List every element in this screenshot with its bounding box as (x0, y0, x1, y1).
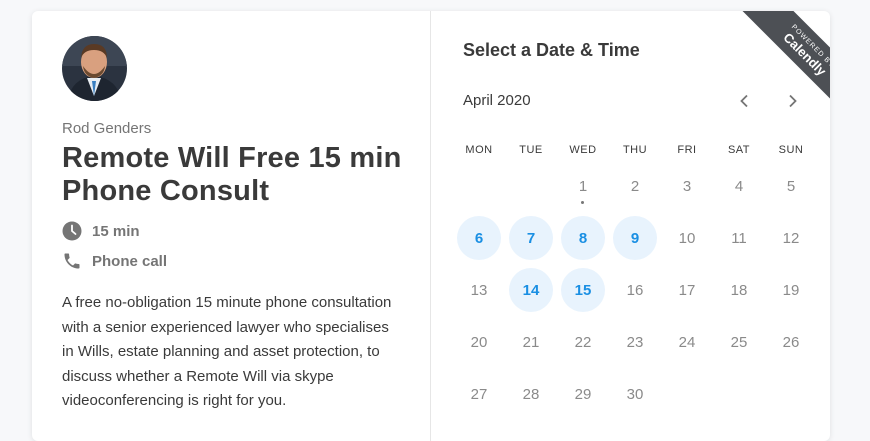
location-text: Phone call (92, 252, 168, 270)
empty-day-cell (505, 160, 557, 212)
day-number: 26 (782, 333, 800, 351)
calendar-day: 17 (661, 264, 713, 316)
weekday-label: TUE (519, 144, 543, 156)
empty-day-cell (713, 368, 765, 420)
available-day[interactable]: 8 (557, 212, 609, 264)
weekday-label: FRI (677, 144, 697, 156)
weekday-label: SUN (778, 144, 804, 156)
day-number: 9 (613, 216, 657, 260)
day-number: 22 (574, 333, 592, 351)
calendar-day: 18 (713, 264, 765, 316)
day-number: 11 (731, 229, 747, 247)
duration-text: 15 min (92, 222, 140, 240)
calendar-week-row: 13 14 15 16 17 18 19 (453, 264, 817, 316)
calendar-day: 1 (557, 160, 609, 212)
calendar-day: 23 (609, 316, 661, 368)
day-number: 10 (678, 229, 696, 247)
host-name: Rod Genders (62, 120, 152, 137)
day-number: 8 (561, 216, 605, 260)
day-number: 19 (782, 281, 800, 299)
calendar-day: 4 (713, 160, 765, 212)
calendar-day: 19 (765, 264, 817, 316)
day-number: 14 (509, 268, 553, 312)
calendar-day: 20 (453, 316, 505, 368)
day-number: 5 (786, 177, 796, 195)
weekday-label: THU (622, 144, 648, 156)
calendar-day: 11 (713, 212, 765, 264)
phone-icon (62, 251, 82, 271)
calendar-day: 29 (557, 368, 609, 420)
day-number: 28 (522, 385, 540, 403)
location-row: Phone call (62, 251, 167, 271)
day-number: 13 (470, 281, 488, 299)
scheduling-card: Rod Genders Remote Will Free 15 min Phon… (32, 11, 830, 441)
calendar-day: 16 (609, 264, 661, 316)
available-day[interactable]: 7 (505, 212, 557, 264)
calendar-day: 22 (557, 316, 609, 368)
calendar-week-row: 6 7 8 9 10 11 12 (453, 212, 817, 264)
event-title: Remote Will Free 15 min Phone Consult (62, 142, 402, 207)
calendar-day: 30 (609, 368, 661, 420)
calendar-week-row: 20 21 22 23 24 25 26 (453, 316, 817, 368)
calendar-day: 27 (453, 368, 505, 420)
empty-day-cell (661, 368, 713, 420)
day-number: 15 (561, 268, 605, 312)
event-description: A free no-obligation 15 minute phone con… (62, 294, 392, 409)
powered-by-calendly-badge[interactable]: POWERED BY Calendly (722, 11, 830, 111)
clock-icon (62, 221, 82, 241)
day-number: 12 (782, 229, 800, 247)
calendar-weeks: 1 2 3 4 5 6 7 8 9 10 11 12 13 14 15 16 17 18 19 20 21 22 23 24 2… (453, 160, 817, 420)
calendar-day: 12 (765, 212, 817, 264)
calendar-grid: MON TUE WED THU FRI SAT SUN 1 2 3 4 5 6 7 8 9 10 1… (453, 140, 817, 420)
weekday-label: SAT (727, 144, 751, 156)
calendar-day: 25 (713, 316, 765, 368)
today-indicator (581, 201, 584, 204)
day-number: 21 (522, 333, 540, 351)
day-number: 3 (682, 177, 692, 195)
month-label: April 2020 (463, 92, 531, 109)
day-number: 7 (509, 216, 553, 260)
available-day[interactable]: 15 (557, 264, 609, 316)
day-number: 4 (734, 177, 744, 195)
day-number: 18 (730, 281, 748, 299)
weekday-label: MON (465, 144, 493, 156)
calendar-day: 28 (505, 368, 557, 420)
event-details-panel: Rod Genders Remote Will Free 15 min Phon… (32, 11, 431, 441)
day-number: 17 (678, 281, 696, 299)
day-number: 25 (730, 333, 748, 351)
calendly-ribbon: POWERED BY Calendly (738, 11, 830, 111)
day-number: 29 (574, 385, 592, 403)
day-number: 20 (470, 333, 488, 351)
calendar-day: 26 (765, 316, 817, 368)
duration-row: 15 min (62, 221, 140, 241)
empty-day-cell (765, 368, 817, 420)
available-day[interactable]: 6 (453, 212, 505, 264)
calendar-week-row: 1 2 3 4 5 (453, 160, 817, 212)
calendar-day: 21 (505, 316, 557, 368)
calendar-day: 13 (453, 264, 505, 316)
day-number: 23 (626, 333, 644, 351)
day-number: 30 (626, 385, 644, 403)
calendar-day: 3 (661, 160, 713, 212)
calendar-day: 10 (661, 212, 713, 264)
calendar-day: 5 (765, 160, 817, 212)
day-number: 2 (630, 177, 640, 195)
day-number: 24 (678, 333, 696, 351)
calendar-week-row: 27 28 29 30 (453, 368, 817, 420)
day-number: 16 (626, 281, 644, 299)
available-day[interactable]: 9 (609, 212, 661, 264)
date-picker-heading: Select a Date & Time (463, 40, 640, 60)
calendar-day: 24 (661, 316, 713, 368)
weekday-label: WED (569, 144, 597, 156)
empty-day-cell (453, 160, 505, 212)
host-avatar (62, 36, 127, 101)
weekday-header-row: MON TUE WED THU FRI SAT SUN (453, 140, 817, 160)
day-number: 6 (457, 216, 501, 260)
day-number: 27 (470, 385, 488, 403)
calendar-day: 2 (609, 160, 661, 212)
available-day[interactable]: 14 (505, 264, 557, 316)
